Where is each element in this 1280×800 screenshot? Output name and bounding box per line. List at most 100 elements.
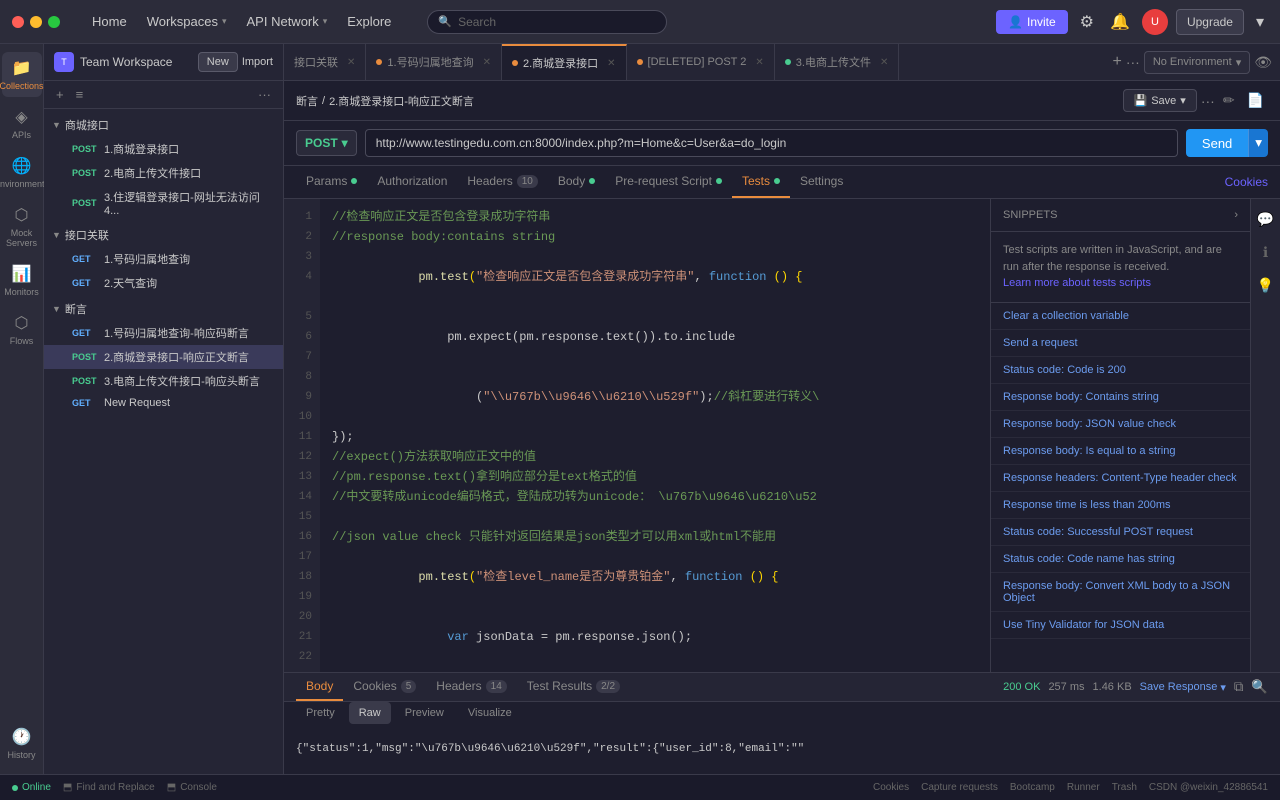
send-dropdown-button[interactable]: ▾ [1248,129,1268,157]
tab-tests[interactable]: Tests [732,166,790,198]
upgrade-button[interactable]: Upgrade [1176,9,1244,35]
search-response-button[interactable]: 🔍 [1251,679,1268,695]
close-button[interactable] [12,16,24,28]
collection-header-duanyan[interactable]: ▼ 断言 [44,297,283,321]
trash-link[interactable]: Trash [1112,782,1137,793]
more-options-button[interactable]: ··· [1201,93,1215,109]
doc-icon[interactable]: 📄 [1243,90,1268,111]
add-tab-button[interactable]: + [1112,53,1121,71]
collection-header-jiekouguanlian[interactable]: ▼ 接口关联 [44,223,283,247]
tab-close-icon[interactable]: ✕ [880,57,888,68]
tab-body[interactable]: Body [548,166,605,198]
capture-requests-link[interactable]: Capture requests [921,782,998,793]
snippet-item[interactable]: Response body: Is equal to a string [991,438,1250,465]
save-button[interactable]: 💾 Save ▾ [1123,89,1197,112]
snippet-item[interactable]: Status code: Code name has string [991,546,1250,573]
explore-link[interactable]: Explore [339,10,399,33]
api-network-link[interactable]: API Network ▾ [239,10,336,33]
list-item[interactable]: GET 1.号码归属地查询-响应码断言 [44,321,283,345]
tab-params[interactable]: Params [296,166,367,198]
sidebar-item-history[interactable]: 🕐 History [2,721,42,766]
tab-post-dianshanng[interactable]: 3.电商上传文件 ✕ [775,44,900,80]
code-editor[interactable]: 1 2 3 4 5 6 7 8 9 10 11 12 13 14 15 16 [284,199,990,672]
list-item[interactable]: POST 3.电商上传文件接口-响应头断言 [44,369,283,393]
import-button[interactable]: Import [242,52,273,72]
tab-post-shangcheng[interactable]: 2.商城登录接口 ✕ [502,44,627,80]
list-item[interactable]: GET New Request [44,393,283,413]
tab-close-icon[interactable]: ✕ [607,58,615,69]
environment-selector[interactable]: No Environment ▾ [1144,51,1250,74]
sidebar-item-collections[interactable]: 📁 Collections [2,52,42,97]
sidebar-item-flows[interactable]: ⬡ Flows [2,307,42,352]
sidebar-item-environments[interactable]: 🌐 Environments [2,150,42,195]
tab-close-icon[interactable]: ✕ [347,57,355,68]
snippet-item[interactable]: Response headers: Content-Type header ch… [991,465,1250,492]
find-replace-link[interactable]: ⬒ Find and Replace [63,782,155,793]
tab-jiekouguanlian[interactable]: 接口关联 ✕ [284,44,366,80]
snippet-item[interactable]: Response body: JSON value check [991,411,1250,438]
snippet-item[interactable]: Response body: Contains string [991,384,1250,411]
snippet-item[interactable]: Clear a collection variable [991,303,1250,330]
snippet-item[interactable]: Send a request [991,330,1250,357]
learn-more-link[interactable]: Learn more about tests scripts [1003,277,1151,289]
sidebar-item-apis[interactable]: ◈ APIs [2,101,42,146]
sidebar-item-mock-servers[interactable]: ⬡ Mock Servers [2,199,42,254]
info-icon[interactable]: ℹ [1259,240,1272,265]
bottom-tab-raw[interactable]: Raw [349,702,391,724]
settings-icon[interactable]: ⚙ [1076,8,1098,36]
tab-close-icon[interactable]: ✕ [483,57,491,68]
add-collection-btn[interactable]: + [52,85,68,104]
dropdown-icon[interactable]: ▾ [1252,8,1268,36]
cookies-link[interactable]: Cookies [1225,175,1268,189]
bulb-icon[interactable]: 💡 [1253,273,1278,298]
tab-headers[interactable]: Headers 10 [457,166,547,198]
collection-header-shangcheng[interactable]: ▼ 商城接口 [44,113,283,137]
send-button[interactable]: Send [1186,129,1248,157]
cookies-status[interactable]: Cookies [873,782,909,793]
list-item[interactable]: GET 1.号码归属地查询 [44,247,283,271]
tab-settings[interactable]: Settings [790,166,853,198]
sort-btn[interactable]: ≡ [72,85,88,104]
url-input[interactable] [365,129,1178,157]
home-link[interactable]: Home [84,10,135,33]
tab-headers-response[interactable]: Headers 14 [426,673,516,701]
workspaces-link[interactable]: Workspaces ▾ [139,10,235,33]
sidebar-item-monitors[interactable]: 📊 Monitors [2,258,42,303]
avatar[interactable]: U [1142,9,1168,35]
list-item[interactable]: POST 3.住逻辑登录接口-网址无法访问4... [44,185,283,221]
list-item[interactable]: POST 1.商城登录接口 [44,137,283,161]
eye-icon[interactable]: 👁 [1254,54,1272,71]
tab-get-haoma[interactable]: 1.号码归属地查询 ✕ [366,44,502,80]
snippet-item[interactable]: Status code: Successful POST request [991,519,1250,546]
method-selector[interactable]: POST ▾ [296,130,357,156]
list-item[interactable]: GET 2.天气查询 [44,271,283,295]
runner-link[interactable]: Runner [1067,782,1100,793]
snippets-collapse-icon[interactable]: › [1234,209,1238,221]
list-item[interactable]: POST 2.电商上传文件接口 [44,161,283,185]
tab-test-results[interactable]: Test Results 2/2 [517,673,630,701]
bootcamp-link[interactable]: Bootcamp [1010,782,1055,793]
tab-cookies-response[interactable]: Cookies 5 [343,673,426,701]
tab-authorization[interactable]: Authorization [367,166,457,198]
snippet-item[interactable]: Status code: Code is 200 [991,357,1250,384]
snippet-item[interactable]: Response body: Convert XML body to a JSO… [991,573,1250,612]
copy-response-button[interactable]: ⧉ [1234,679,1244,695]
more-options-btn[interactable]: ··· [254,85,275,104]
search-bar[interactable]: 🔍 Search [427,10,667,34]
bottom-tab-preview[interactable]: Preview [395,702,454,724]
bottom-tab-pretty[interactable]: Pretty [296,702,345,724]
list-item[interactable]: POST 2.商城登录接口-响应正文断言 [44,345,283,369]
snippet-item[interactable]: Use Tiny Validator for JSON data [991,612,1250,639]
tab-body-response[interactable]: Body [296,673,343,701]
new-button[interactable]: New [198,52,238,72]
snippet-item[interactable]: Response time is less than 200ms [991,492,1250,519]
comment-icon[interactable]: 💬 [1253,207,1278,232]
save-response-button[interactable]: Save Response ▾ [1140,681,1226,694]
bottom-tab-visualize[interactable]: Visualize [458,702,522,724]
tab-deleted-post[interactable]: [DELETED] POST 2 ✕ [627,44,775,80]
tab-close-icon[interactable]: ✕ [755,57,763,68]
tab-pre-request-script[interactable]: Pre-request Script [605,166,732,198]
more-tabs-button[interactable]: ··· [1126,54,1140,70]
minimize-button[interactable] [30,16,42,28]
notification-icon[interactable]: 🔔 [1106,8,1134,36]
